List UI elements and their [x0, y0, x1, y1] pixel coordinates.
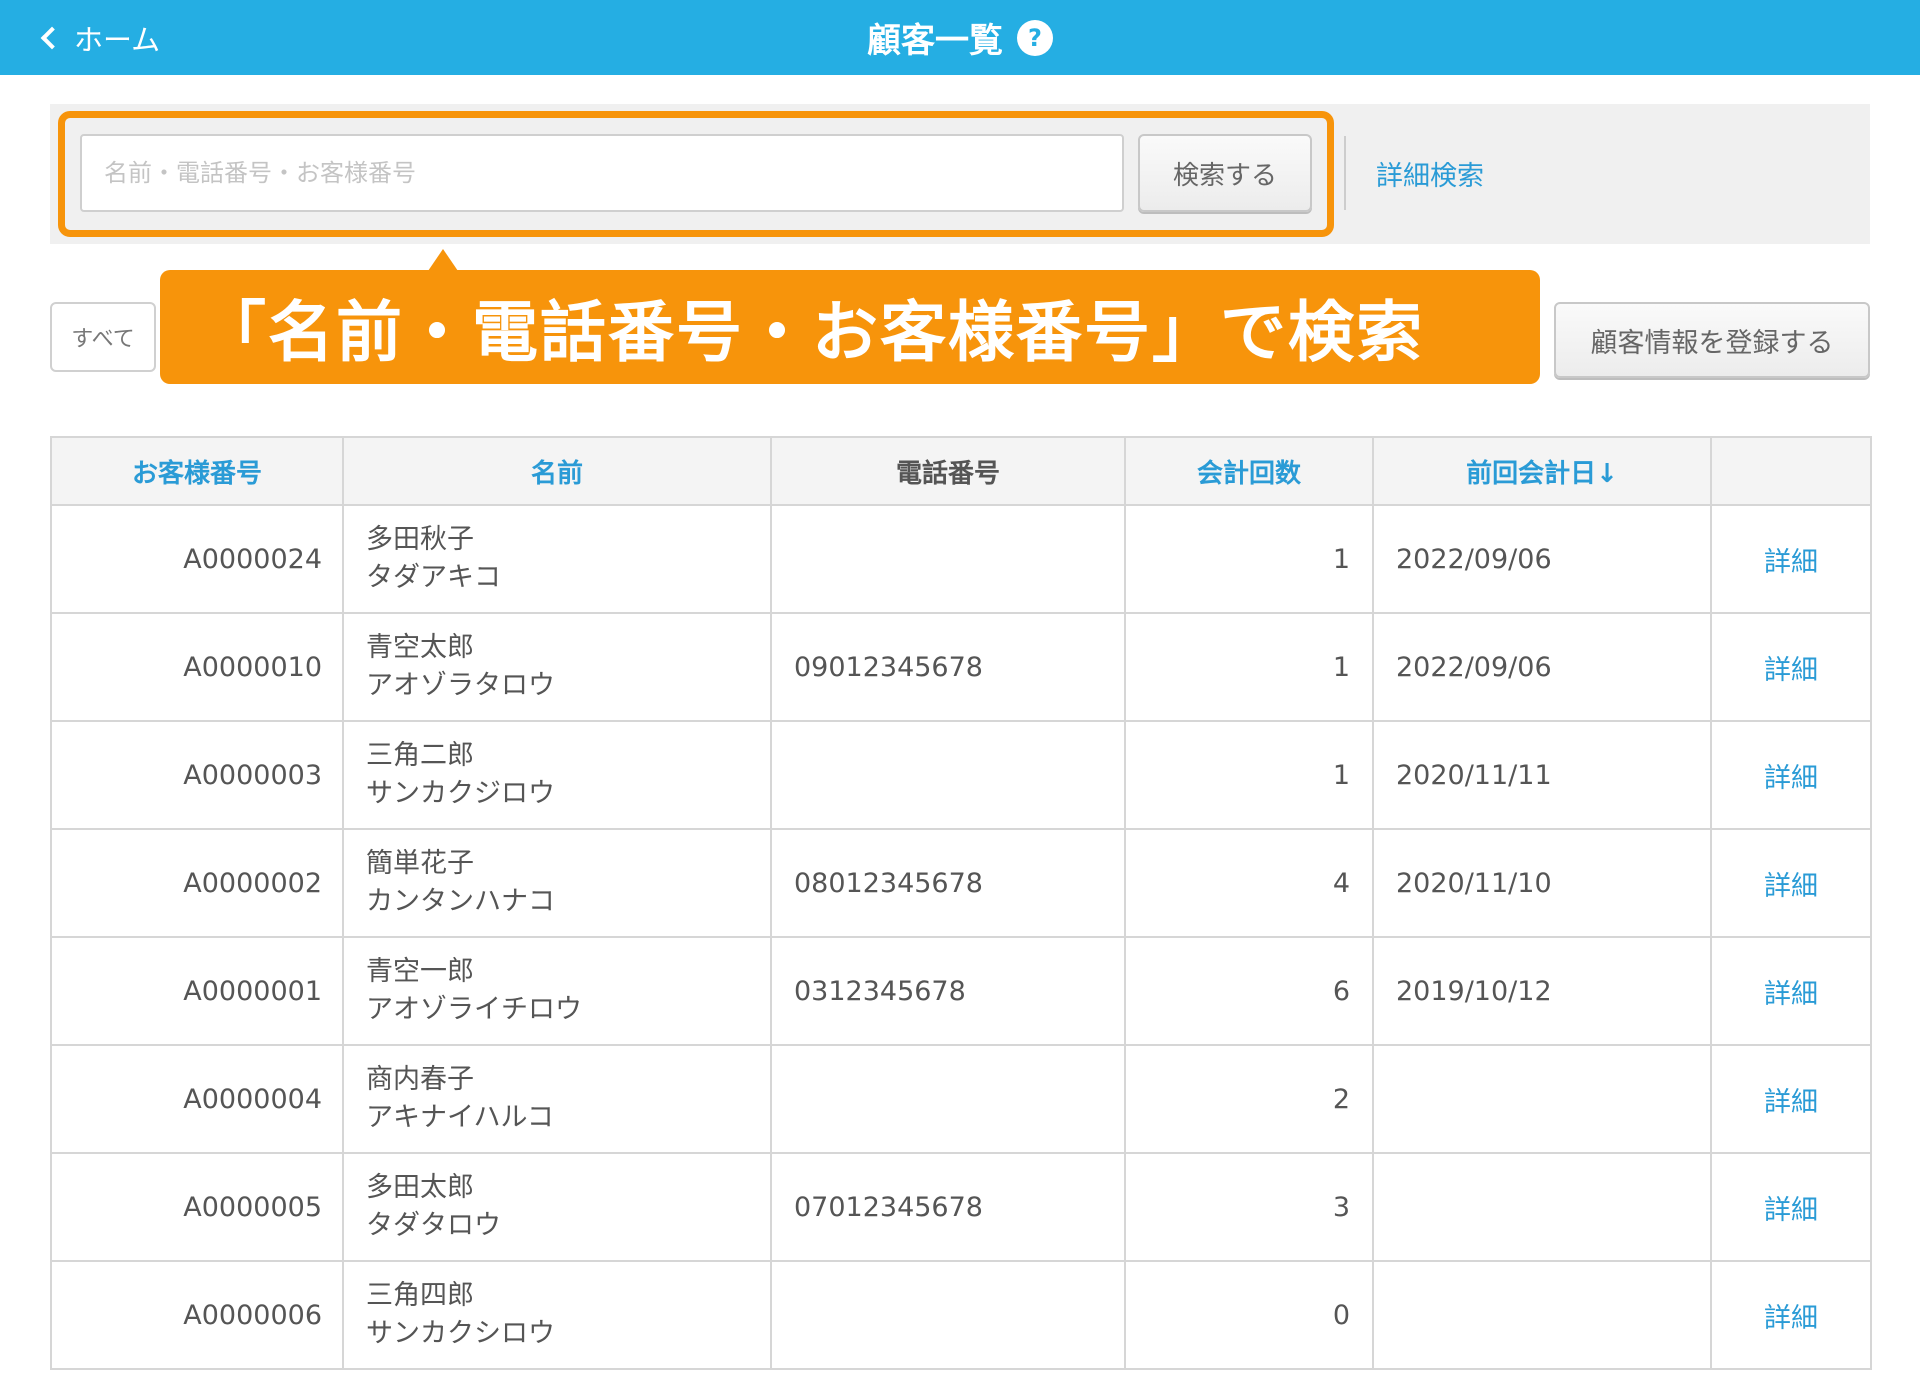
table-row: A0000005 多田太郎 タダタロウ 07012345678 3 詳細	[50, 1152, 1872, 1262]
column-header-visit-count[interactable]: 会計回数	[1124, 436, 1374, 506]
last-visit-date: 2020/11/10	[1372, 828, 1712, 938]
detail-link[interactable]: 詳細	[1710, 936, 1872, 1046]
visit-count: 3	[1124, 1152, 1374, 1262]
visit-count: 1	[1124, 720, 1374, 830]
customer-name: 三角二郎	[366, 740, 474, 771]
customer-phone	[770, 504, 1126, 614]
last-visit-date	[1372, 1044, 1712, 1154]
customer-phone: 08012345678	[770, 828, 1126, 938]
customer-phone: 0312345678	[770, 936, 1126, 1046]
search-callout: 「名前・電話番号・お客様番号」で検索	[160, 270, 1540, 384]
page-title: 顧客一覧	[867, 21, 1003, 61]
customer-name-cell: 三角四郎サンカクシロウ	[342, 1260, 772, 1370]
visit-count: 1	[1124, 612, 1374, 722]
column-header-phone: 電話番号	[770, 436, 1126, 506]
detail-link[interactable]: 詳細	[1710, 1044, 1872, 1154]
customer-name-cell: 商内春子アキナイハルコ	[342, 1044, 772, 1154]
customer-phone	[770, 720, 1126, 830]
help-icon[interactable]: ?	[1017, 19, 1053, 56]
detail-link[interactable]: 詳細	[1710, 828, 1872, 938]
customer-table: お客様番号 名前 電話番号 会計回数 前回会計日↓ A0000024 多田秋子 タダ…	[50, 436, 1872, 1370]
sort-down-icon: ↓	[1596, 458, 1618, 489]
detail-link[interactable]: 詳細	[1710, 612, 1872, 722]
customer-number: A0000005	[50, 1152, 344, 1262]
customer-phone: 09012345678	[770, 612, 1126, 722]
panel-divider	[1344, 136, 1346, 210]
customer-number: A0000004	[50, 1044, 344, 1154]
customer-name-cell: 青空一郎アオゾライチロウ	[342, 936, 772, 1046]
customer-kana: タダアキコ	[366, 562, 501, 593]
customer-name: 多田秋子	[366, 524, 474, 555]
customer-phone	[770, 1044, 1126, 1154]
customer-number: A0000024	[50, 504, 344, 614]
customer-kana: サンカクシロウ	[366, 1318, 555, 1349]
page-title-wrap: 顧客一覧 ?	[0, 0, 1920, 75]
last-visit-date: 2022/09/06	[1372, 612, 1712, 722]
customer-name: 簡単花子	[366, 848, 474, 879]
customer-kana: アキナイハルコ	[366, 1102, 554, 1133]
visit-count: 2	[1124, 1044, 1374, 1154]
table-body: A0000024 多田秋子 タダアキコ 1 2022/09/06 詳細 A0000010 青空…	[50, 504, 1872, 1370]
column-header-customer-number[interactable]: お客様番号	[50, 436, 344, 506]
visit-count: 6	[1124, 936, 1374, 1046]
table-row: A0000003 三角二郎 サンカクジロウ 1 2020/11/11 詳細	[50, 720, 1872, 830]
customer-name: 青空一郎	[366, 956, 474, 987]
customer-kana: アオゾラタロウ	[366, 670, 555, 701]
table-row: A0000010 青空太郎 アオゾラタロウ 09012345678 1 2022/09/0…	[50, 612, 1872, 722]
customer-name: 多田太郎	[366, 1172, 474, 1203]
table-row: A0000002 簡単花子 カンタンハナコ 08012345678 4 2020/11/1…	[50, 828, 1872, 938]
last-visit-date: 2020/11/11	[1372, 720, 1712, 830]
callout-pointer	[428, 249, 458, 271]
register-customer-button[interactable]: 顧客情報を登録する	[1554, 302, 1870, 378]
customer-name-cell: 簡単花子カンタンハナコ	[342, 828, 772, 938]
last-visit-date	[1372, 1152, 1712, 1262]
filter-all-button[interactable]: すべて	[50, 302, 156, 372]
last-date-header-label: 前回会計日	[1466, 458, 1597, 489]
customer-number: A0000010	[50, 612, 344, 722]
customer-name-cell: 青空太郎アオゾラタロウ	[342, 612, 772, 722]
customer-kana: タダタロウ	[366, 1210, 501, 1241]
visit-count: 0	[1124, 1260, 1374, 1370]
detail-link[interactable]: 詳細	[1710, 1260, 1872, 1370]
customer-number: A0000006	[50, 1260, 344, 1370]
visit-count: 4	[1124, 828, 1374, 938]
customer-kana: カンタンハナコ	[366, 886, 555, 917]
search-highlight-frame	[58, 111, 1334, 237]
customer-phone: 07012345678	[770, 1152, 1126, 1262]
last-visit-date: 2019/10/12	[1372, 936, 1712, 1046]
top-bar: ホーム 顧客一覧 ?	[0, 0, 1920, 75]
customer-number: A0000002	[50, 828, 344, 938]
customer-name-cell: 多田太郎 タダタロウ	[342, 1152, 772, 1262]
detail-link[interactable]: 詳細	[1710, 1152, 1872, 1262]
customer-kana: サンカクジロウ	[366, 778, 555, 809]
table-row: A0000001 青空一郎 アオゾライチロウ 0312345678 6 2019/10/1…	[50, 936, 1872, 1046]
visit-count: 1	[1124, 504, 1374, 614]
customer-name: 商内春子	[366, 1064, 474, 1095]
customer-number: A0000003	[50, 720, 344, 830]
customer-number: A0000001	[50, 936, 344, 1046]
customer-name-cell: 多田秋子 タダアキコ	[342, 504, 772, 614]
table-row: A0000024 多田秋子 タダアキコ 1 2022/09/06 詳細	[50, 504, 1872, 614]
last-visit-date: 2022/09/06	[1372, 504, 1712, 614]
column-header-last-date[interactable]: 前回会計日↓	[1372, 436, 1712, 506]
column-header-actions	[1710, 436, 1872, 506]
customer-phone	[770, 1260, 1126, 1370]
detail-search-link[interactable]: 詳細検索	[1376, 154, 1484, 193]
table-header-row: お客様番号 名前 電話番号 会計回数 前回会計日↓	[50, 436, 1872, 506]
customer-kana: アオゾライチロウ	[366, 994, 582, 1025]
detail-link[interactable]: 詳細	[1710, 720, 1872, 830]
last-visit-date	[1372, 1260, 1712, 1370]
table-row: A0000006 三角四郎 サンカクシロウ 0 詳細	[50, 1260, 1872, 1370]
customer-name: 三角四郎	[366, 1280, 474, 1311]
table-row: A0000004 商内春子 アキナイハルコ 2 詳細	[50, 1044, 1872, 1154]
customer-name: 青空太郎	[366, 632, 474, 663]
column-header-name[interactable]: 名前	[342, 436, 772, 506]
customer-name-cell: 三角二郎サンカクジロウ	[342, 720, 772, 830]
detail-link[interactable]: 詳細	[1710, 504, 1872, 614]
